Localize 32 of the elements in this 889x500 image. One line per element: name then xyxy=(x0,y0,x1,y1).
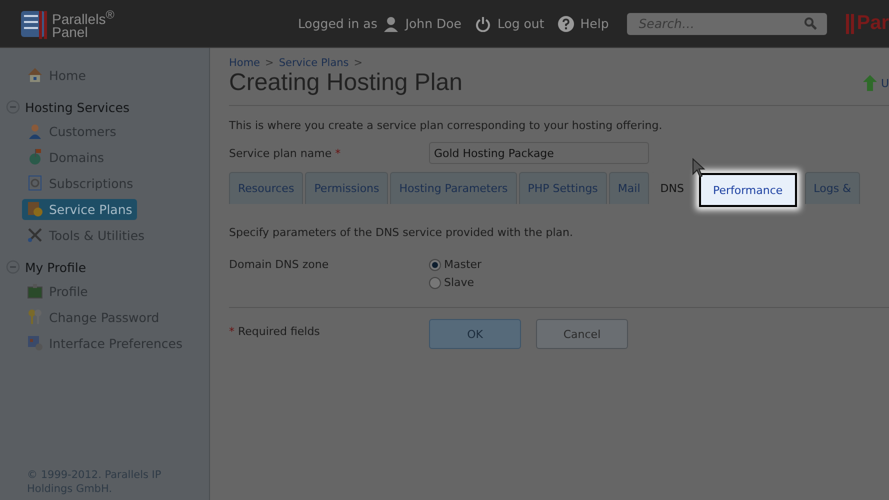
brand-name: Par xyxy=(856,12,889,35)
field-label: Domain DNS zone xyxy=(229,258,330,273)
page-title: Creating Hosting Plan xyxy=(229,69,462,97)
breadcrumb-separator: > xyxy=(354,57,363,69)
side-link[interactable]: U xyxy=(880,76,889,90)
tab[interactable]: Mail xyxy=(608,172,650,204)
section-title[interactable]: My Profile xyxy=(25,260,86,274)
help-link[interactable]: Help xyxy=(580,16,609,31)
logged-in-label: Logged in as xyxy=(298,16,378,31)
logout-link[interactable]: Log out xyxy=(497,16,544,31)
tab[interactable]: Performance xyxy=(698,173,797,207)
tab[interactable]: Resources xyxy=(229,172,304,204)
radio-label: Slave xyxy=(444,276,474,289)
tab[interactable]: Hosting Parameters xyxy=(390,172,517,204)
cancel-button[interactable]: Cancel xyxy=(536,319,628,349)
field-label: Service plan name * xyxy=(229,146,342,160)
tab[interactable]: Permissions xyxy=(305,172,388,204)
breadcrumb-link[interactable]: Service Plans xyxy=(278,57,349,69)
user-name-link[interactable]: John Doe xyxy=(405,16,462,31)
ok-button[interactable]: OK xyxy=(429,319,521,349)
logo-text: Parallels$^{®}$ Panel xyxy=(52,8,114,39)
breadcrumb-separator: > xyxy=(265,57,274,69)
required-note: * Required fields xyxy=(229,324,321,340)
plan-name-field[interactable]: Gold Hosting Package xyxy=(429,142,649,164)
intro-text: This is where you create a service plan corresponding to your hosting offering. xyxy=(229,119,664,132)
radio-label: Master xyxy=(444,258,482,271)
breadcrumb-link[interactable]: Home xyxy=(229,57,260,69)
tab[interactable]: PHP Settings xyxy=(518,172,607,204)
dns-intro-text: Specify parameters of the DNS service provided with the plan. xyxy=(229,226,574,239)
section-title[interactable]: Hosting Services xyxy=(25,100,130,114)
tab[interactable]: Logs & xyxy=(804,172,860,204)
sidebar-item[interactable]: Service Plans xyxy=(22,198,138,220)
